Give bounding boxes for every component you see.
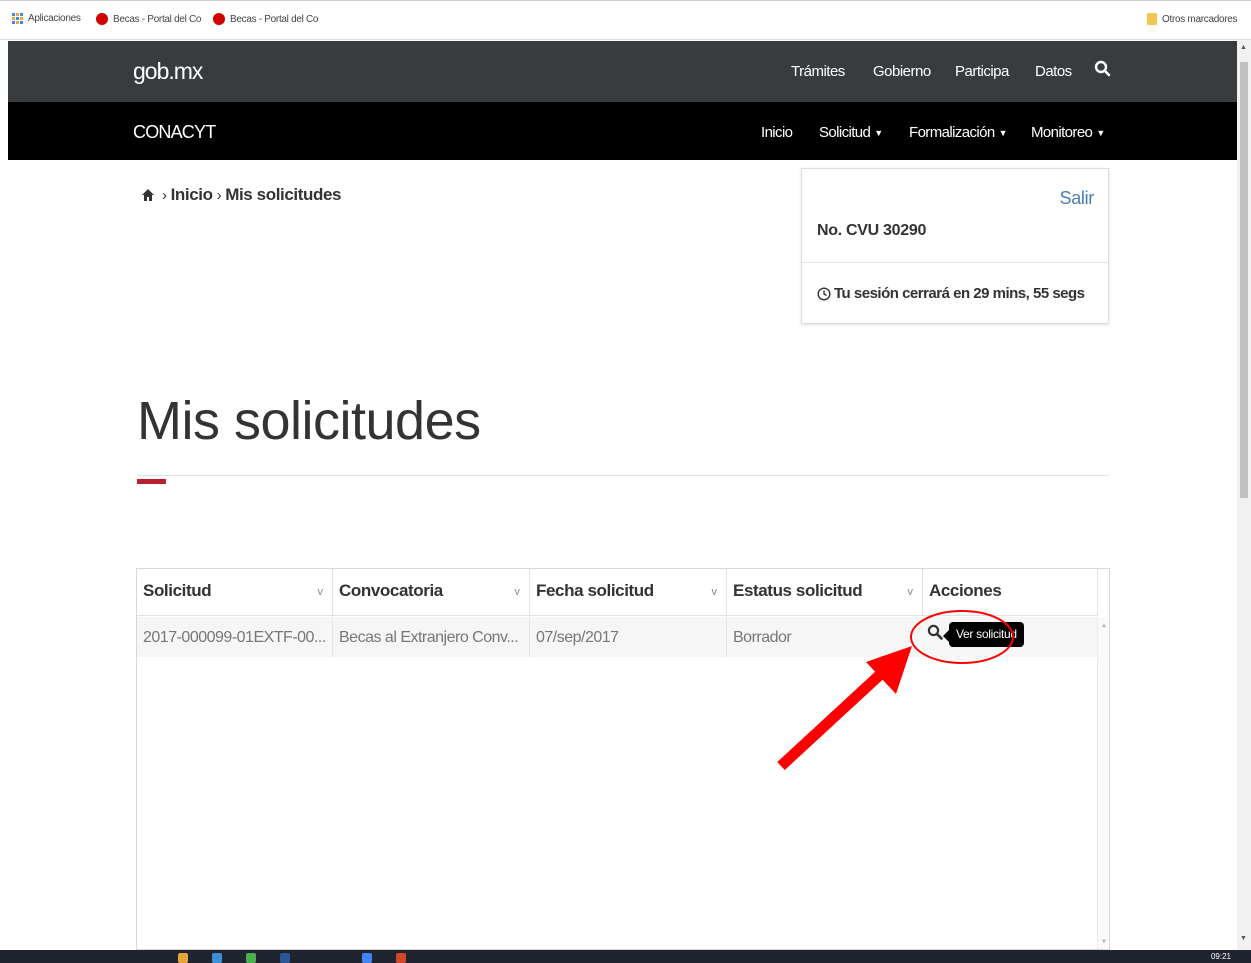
- nav-solicitud-label: Solicitud: [819, 124, 871, 141]
- session-timer: Tu sesión cerrará en 29 mins, 55 segs: [817, 285, 1085, 302]
- nav-inicio-label: Inicio: [761, 124, 793, 141]
- bookmark-item-label: Becas - Portal del Co: [113, 13, 202, 25]
- sort-chevron-icon[interactable]: v: [908, 586, 914, 598]
- column-header-label: Acciones: [929, 581, 1002, 600]
- scroll-down-arrow-icon[interactable]: ▼: [1101, 939, 1107, 945]
- home-icon[interactable]: [141, 188, 155, 202]
- view-request-search-icon[interactable]: [927, 624, 943, 640]
- gob-logo[interactable]: gob.mx: [133, 58, 203, 85]
- taskbar-app-icon[interactable]: [280, 953, 290, 963]
- cell-estatus: Borrador: [727, 617, 923, 657]
- apps-grid-icon: [12, 13, 23, 24]
- breadcrumb-separator: ›: [216, 186, 222, 204]
- nav-inicio[interactable]: Inicio: [761, 124, 793, 141]
- cell-text: Becas al Extranjero Conv...: [339, 629, 519, 646]
- clock-icon: [817, 286, 831, 301]
- folder-icon: [1147, 13, 1157, 25]
- taskbar-app-icon[interactable]: [246, 953, 256, 963]
- site-favicon-icon: [96, 13, 108, 25]
- cvu-number: No. CVU 30290: [817, 222, 927, 239]
- nav-formalizacion[interactable]: Formalización ▼: [909, 124, 1007, 141]
- cell-convocatoria: Becas al Extranjero Conv...: [333, 617, 530, 657]
- gob-header: gob.mx Trámites Gobierno Participa Datos: [8, 41, 1237, 102]
- cell-text: 2017-000099-01EXTF-00...: [143, 629, 326, 646]
- taskbar-app-icon[interactable]: [178, 953, 188, 963]
- sort-chevron-icon[interactable]: v: [515, 586, 521, 598]
- caret-down-icon: ▼: [874, 128, 883, 139]
- requests-table: Solicitud v Convocatoria v Fecha solicit…: [136, 568, 1110, 950]
- breadcrumb-current: Mis solicitudes: [225, 185, 342, 204]
- bookmark-other-folder[interactable]: Otros marcadores: [1147, 13, 1238, 25]
- logout-link[interactable]: Salir: [1059, 188, 1094, 209]
- scrollbar-thumb[interactable]: [1240, 62, 1248, 498]
- column-header-label: Solicitud: [143, 581, 212, 600]
- bookmark-item[interactable]: Becas - Portal del Co: [96, 13, 202, 25]
- gob-nav-tramites[interactable]: Trámites: [791, 63, 845, 80]
- column-header-acciones: Acciones: [923, 569, 1097, 616]
- scroll-down-arrow-icon[interactable]: ▼: [1240, 935, 1247, 942]
- site-favicon-icon: [213, 13, 225, 25]
- breadcrumb-inicio[interactable]: Inicio: [171, 185, 213, 205]
- breadcrumb-separator: ›: [162, 186, 167, 204]
- breadcrumb: › Inicio › Mis solicitudes: [141, 185, 341, 205]
- sort-chevron-icon[interactable]: v: [318, 586, 324, 598]
- bookmark-apps[interactable]: Aplicaciones: [12, 13, 81, 24]
- table-scrollbar[interactable]: ▲ ▼: [1097, 617, 1109, 949]
- bookmark-apps-label: Aplicaciones: [28, 13, 81, 24]
- sort-chevron-icon[interactable]: v: [712, 586, 718, 598]
- page-scrollbar[interactable]: ▲ ▼: [1237, 40, 1251, 950]
- gob-nav-datos[interactable]: Datos: [1035, 63, 1072, 80]
- view-request-tooltip: Ver solicitud: [949, 622, 1024, 647]
- session-timer-text: Tu sesión cerrará en 29 mins, 55 segs: [834, 285, 1085, 302]
- os-taskbar: 09:21: [0, 950, 1251, 963]
- nav-solicitud[interactable]: Solicitud ▼: [819, 124, 883, 141]
- search-icon[interactable]: [1094, 60, 1112, 78]
- caret-down-icon: ▼: [1096, 128, 1105, 139]
- column-header-label: Fecha solicitud: [536, 581, 654, 600]
- cell-fecha: 07/sep/2017: [530, 617, 727, 657]
- caret-down-icon: ▼: [998, 128, 1008, 139]
- bookmark-item[interactable]: Becas - Portal del Co: [213, 13, 319, 25]
- title-divider: [137, 475, 1109, 476]
- column-header-estatus[interactable]: Estatus solicitud v: [727, 569, 923, 616]
- column-header-label: Estatus solicitud: [733, 581, 863, 600]
- column-header-convocatoria[interactable]: Convocatoria v: [333, 569, 530, 616]
- title-accent-bar: [137, 479, 166, 484]
- session-divider: [802, 262, 1108, 263]
- table-header: Solicitud v Convocatoria v Fecha solicit…: [137, 569, 1097, 616]
- bookmark-other-label: Otros marcadores: [1162, 13, 1238, 25]
- session-panel: Salir No. CVU 30290 Tu sesión cerrará en…: [801, 168, 1109, 324]
- gob-nav-gobierno[interactable]: Gobierno: [873, 63, 931, 80]
- nav-monitoreo-label: Monitoreo: [1031, 124, 1093, 141]
- taskbar-app-icon[interactable]: [396, 953, 406, 963]
- cell-text: Borrador: [733, 629, 792, 646]
- gob-nav-participa[interactable]: Participa: [955, 63, 1009, 80]
- nav-monitoreo[interactable]: Monitoreo ▼: [1031, 124, 1105, 141]
- conacyt-title[interactable]: CONACYT: [133, 122, 216, 143]
- bookmarks-bar: Aplicaciones Becas - Portal del Co Becas…: [0, 0, 1251, 40]
- column-header-fecha[interactable]: Fecha solicitud v: [530, 569, 727, 616]
- taskbar-app-icon[interactable]: [212, 953, 222, 963]
- taskbar-clock: 09:21: [1210, 952, 1231, 961]
- taskbar-app-icon[interactable]: [362, 953, 372, 963]
- column-header-solicitud[interactable]: Solicitud v: [137, 569, 333, 616]
- bookmark-item-label: Becas - Portal del Co: [230, 13, 319, 25]
- conacyt-header: CONACYT Inicio Solicitud ▼ Formalización ▼…: [8, 102, 1237, 160]
- cell-solicitud: 2017-000099-01EXTF-00...: [137, 617, 333, 657]
- table-header-scroll-corner: [1097, 569, 1109, 616]
- scroll-up-arrow-icon[interactable]: ▲: [1101, 623, 1107, 629]
- nav-formalizacion-label: Formalización: [909, 124, 995, 141]
- scroll-up-arrow-icon[interactable]: ▲: [1240, 44, 1247, 51]
- page-title: Mis solicitudes: [137, 391, 481, 451]
- column-header-label: Convocatoria: [339, 581, 443, 600]
- cell-text: 07/sep/2017: [536, 629, 619, 646]
